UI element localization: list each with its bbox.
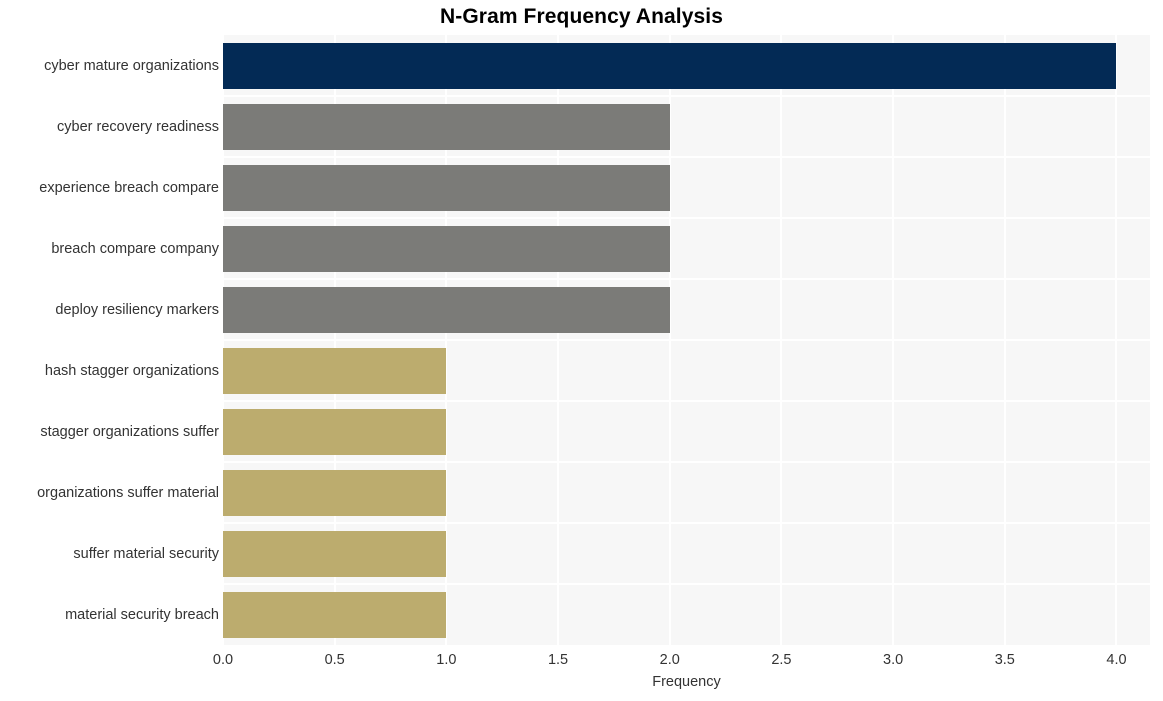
gridline-horizontal: [223, 217, 1150, 219]
gridline-horizontal: [223, 400, 1150, 402]
gridline-horizontal: [223, 278, 1150, 280]
x-axis-tick-label: 1.5: [547, 652, 569, 668]
y-axis-tick-label: cyber mature organizations: [44, 57, 219, 74]
y-axis-tick-label: organizations suffer material: [37, 484, 219, 501]
bar[interactable]: [223, 42, 1117, 89]
gridline-horizontal: [223, 522, 1150, 524]
bar[interactable]: [223, 164, 670, 211]
bar[interactable]: [223, 591, 447, 638]
gridline-horizontal: [223, 461, 1150, 463]
bar[interactable]: [223, 347, 447, 394]
gridline-horizontal: [223, 156, 1150, 158]
y-axis-tick-label: hash stagger organizations: [44, 362, 219, 379]
x-axis-tick-label: 2.0: [659, 652, 680, 668]
y-axis-tick-label: material security breach: [65, 606, 219, 623]
y-axis-tick-label: cyber recovery readiness: [57, 118, 219, 135]
bar[interactable]: [223, 408, 447, 455]
x-axis-label: Frequency: [652, 674, 721, 690]
x-axis-tick-label: 1.0: [436, 652, 457, 668]
bar[interactable]: [223, 103, 670, 150]
x-axis-tick-label: 3.5: [994, 652, 1015, 668]
gridline-horizontal: [223, 339, 1150, 341]
y-axis-tick-label: experience breach compare: [39, 179, 219, 196]
plot-area: [223, 35, 1150, 645]
x-axis-tick-label: 4.0: [1106, 652, 1127, 668]
y-axis-tick-label: deploy resiliency markers: [55, 301, 219, 318]
x-axis-tick-label: 0.5: [324, 652, 345, 668]
y-axis-tick-label: suffer material security: [73, 545, 219, 562]
x-axis-tick-label: 0.0: [212, 652, 234, 668]
page-title: N-Gram Frequency Analysis: [440, 5, 723, 28]
y-axis-tick-label: stagger organizations suffer: [40, 423, 219, 440]
x-axis-tick-label: 2.5: [771, 652, 792, 668]
bar[interactable]: [223, 530, 447, 577]
bar[interactable]: [223, 225, 670, 272]
bar[interactable]: [223, 469, 447, 516]
gridline-horizontal: [223, 583, 1150, 585]
y-axis-tick-label: breach compare company: [51, 240, 219, 257]
bar[interactable]: [223, 286, 670, 333]
gridline-horizontal: [223, 95, 1150, 97]
chart-figure: N-Gram Frequency Analysis cyber mature o…: [0, 0, 1163, 701]
x-axis-tick-label: 3.0: [883, 652, 904, 668]
